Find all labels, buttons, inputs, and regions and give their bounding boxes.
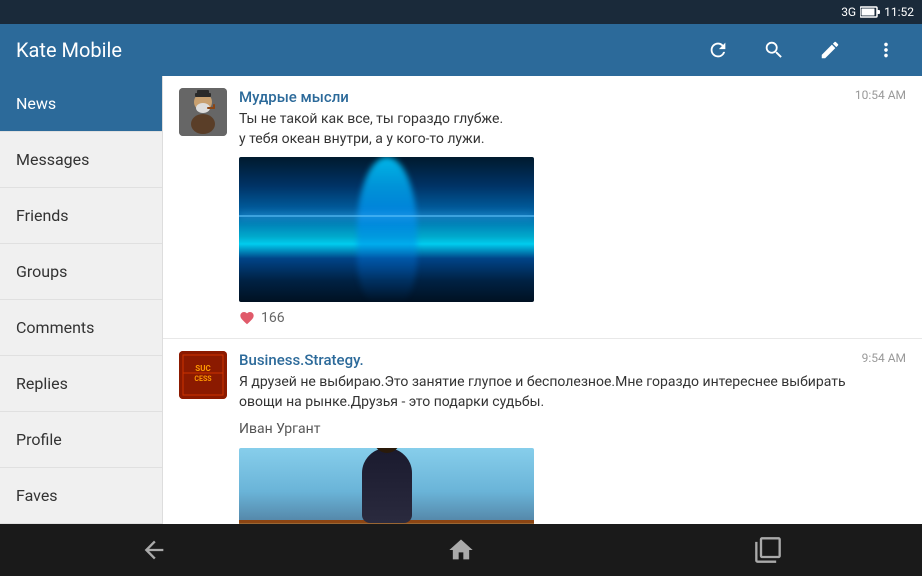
status-bar: 3G 11:52 — [0, 0, 922, 24]
post-1-meta: Мудрые мысли Ты не такой как все, ты гор… — [239, 88, 847, 149]
sidebar-item-profile[interactable]: Profile — [0, 412, 162, 468]
network-indicator: 3G — [841, 5, 856, 19]
post-2-author[interactable]: Business.Strategy. — [239, 351, 854, 369]
bricks-image — [239, 448, 534, 524]
avatar-image — [179, 88, 227, 136]
main-content: News Messages Friends Groups Comments Re… — [0, 76, 922, 524]
post-2-header: SUC CESS Business.Strategy. Я друзей не … — [179, 351, 906, 412]
sidebar-item-news[interactable]: News — [0, 76, 162, 132]
post-1-time: 10:54 AM — [855, 88, 906, 102]
app-title: Kate Mobile — [16, 38, 682, 62]
post-2-meta: Business.Strategy. Я друзей не выбираю.Э… — [239, 351, 854, 412]
post-2-time: 9:54 AM — [862, 351, 906, 365]
like-icon — [239, 310, 255, 326]
more-menu-button[interactable] — [866, 30, 906, 70]
svg-text:SUC: SUC — [195, 364, 210, 373]
post-1-avatar — [179, 88, 227, 136]
post-1-header: Мудрые мысли Ты не такой как все, ты гор… — [179, 88, 906, 149]
person-torso — [362, 448, 412, 523]
post-1-image — [239, 157, 534, 302]
clock: 11:52 — [884, 5, 914, 19]
sidebar-item-replies[interactable]: Replies — [0, 356, 162, 412]
sidebar-item-faves[interactable]: Faves — [0, 468, 162, 524]
like-count: 166 — [261, 310, 285, 326]
svg-text:CESS: CESS — [194, 375, 212, 383]
post-1-author[interactable]: Мудрые мысли — [239, 88, 847, 106]
back-button[interactable] — [120, 528, 188, 572]
post-2-avatar: SUC CESS — [179, 351, 227, 399]
underwater-image — [239, 157, 534, 302]
post-1: Мудрые мысли Ты не такой как все, ты гор… — [163, 76, 922, 339]
post-2-text: Я друзей не выбираю.Это занятие глупое и… — [239, 373, 854, 412]
recents-button[interactable] — [734, 528, 802, 572]
sidebar-item-messages[interactable]: Messages — [0, 132, 162, 188]
home-button[interactable] — [427, 528, 495, 572]
feed: Мудрые мысли Ты не такой как все, ты гор… — [163, 76, 922, 524]
post-2-attribution: Иван Ургант — [239, 420, 906, 440]
post-1-text: Ты не такой как все, ты гораздо глубже.у… — [239, 110, 847, 149]
bottom-nav — [0, 524, 922, 576]
sidebar: News Messages Friends Groups Comments Re… — [0, 76, 163, 524]
title-bar: Kate Mobile — [0, 24, 922, 76]
status-icons: 3G 11:52 — [841, 5, 914, 19]
refresh-button[interactable] — [698, 30, 738, 70]
post-2: SUC CESS Business.Strategy. Я друзей не … — [163, 339, 922, 524]
post-1-likes[interactable]: 166 — [239, 310, 906, 326]
light-beam — [357, 157, 417, 302]
sidebar-item-groups[interactable]: Groups — [0, 244, 162, 300]
sidebar-item-friends[interactable]: Friends — [0, 188, 162, 244]
compose-button[interactable] — [810, 30, 850, 70]
post-2-image — [239, 448, 534, 524]
search-button[interactable] — [754, 30, 794, 70]
battery-icon — [860, 6, 880, 18]
sidebar-item-comments[interactable]: Comments — [0, 300, 162, 356]
business-avatar-image: SUC CESS — [179, 351, 227, 399]
water-surface — [239, 215, 534, 217]
